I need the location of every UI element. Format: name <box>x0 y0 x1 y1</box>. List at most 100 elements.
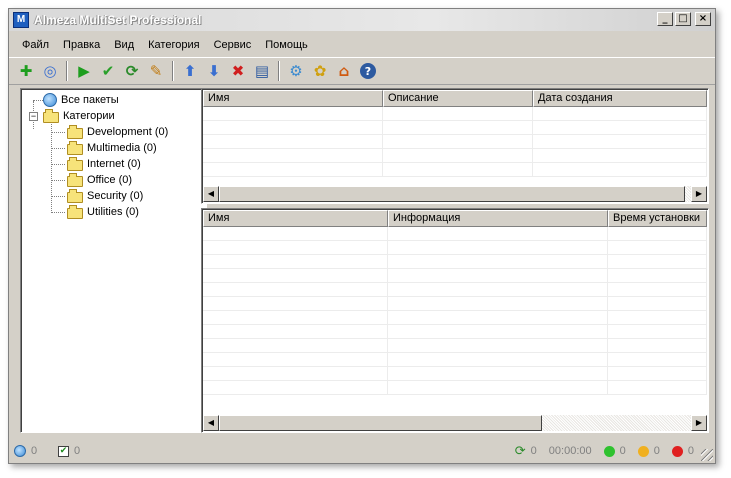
folder-icon <box>67 124 83 139</box>
tree-item-multimedia[interactable]: Multimedia (0) <box>67 140 157 156</box>
minimize-button[interactable]: _ <box>657 12 673 26</box>
horizontal-scrollbar[interactable]: ◀ ▶ <box>203 415 707 431</box>
table-row <box>203 241 707 255</box>
title-bar[interactable]: M Almeza MultiSet Professional _ □ × <box>9 9 715 31</box>
resize-grip-icon[interactable] <box>701 449 713 461</box>
packages-table[interactable]: Имя Описание Дата создания ◀ ▶ <box>201 88 709 204</box>
network-icon[interactable]: ⚙ <box>285 60 307 82</box>
tree-item-utilities[interactable]: Utilities (0) <box>67 204 139 220</box>
play-icon[interactable]: ▶ <box>73 60 95 82</box>
help-icon[interactable]: ? <box>360 63 376 79</box>
menu-view[interactable]: Вид <box>107 37 141 53</box>
close-button[interactable]: × <box>695 12 711 26</box>
scroll-left-icon[interactable]: ◀ <box>203 186 219 202</box>
check-icon[interactable]: ✔ <box>97 60 119 82</box>
table-cell <box>203 311 388 324</box>
arrow-down-icon[interactable]: ⬇ <box>203 60 225 82</box>
status-running: ⟳ 0 <box>510 441 542 461</box>
table-row <box>203 163 707 177</box>
status-checked-count: 0 <box>74 445 81 457</box>
folder-icon <box>67 188 83 203</box>
folder-icon <box>67 204 83 219</box>
category-tree[interactable]: Все пакеты − Категории Development (0) M… <box>20 88 207 433</box>
tree-item-all-packages[interactable]: Все пакеты <box>43 92 119 108</box>
tree-item-label: Multimedia (0) <box>87 142 157 154</box>
column-header-description[interactable]: Описание <box>383 90 533 107</box>
tree-line <box>51 148 65 149</box>
toolbar-separator <box>66 61 68 81</box>
column-header-install-time[interactable]: Время установки <box>608 210 707 227</box>
menu-help[interactable]: Помощь <box>258 37 315 53</box>
settings-icon[interactable]: ✿ <box>309 60 331 82</box>
scroll-right-icon[interactable]: ▶ <box>691 186 707 202</box>
installations-table[interactable]: Имя Информация Время установки ◀ ▶ <box>201 208 709 433</box>
delete-icon[interactable]: ✖ <box>227 60 249 82</box>
add-icon[interactable]: ✚ <box>15 60 37 82</box>
tree-item-internet[interactable]: Internet (0) <box>67 156 141 172</box>
column-header-information[interactable]: Информация <box>388 210 608 227</box>
horizontal-scrollbar[interactable]: ◀ ▶ <box>203 186 707 202</box>
status-checked: ✔ 0 <box>53 441 95 461</box>
folder-open-icon <box>43 108 59 123</box>
table-cell <box>203 107 383 120</box>
tree-item-categories[interactable]: Категории <box>43 108 115 124</box>
table-cell <box>388 269 608 282</box>
disc-icon[interactable]: ◎ <box>39 60 61 82</box>
status-yellow-count: 0 <box>653 445 660 457</box>
tree-item-security[interactable]: Security (0) <box>67 188 143 204</box>
table-cell <box>203 297 388 310</box>
tree-item-office[interactable]: Office (0) <box>67 172 132 188</box>
table-cell <box>203 325 388 338</box>
scroll-track[interactable] <box>219 186 691 202</box>
folder-icon <box>67 172 83 187</box>
tree-line <box>51 212 65 213</box>
menu-service[interactable]: Сервис <box>207 37 259 53</box>
tree-item-development[interactable]: Development (0) <box>67 124 168 140</box>
scroll-left-icon[interactable]: ◀ <box>203 415 219 431</box>
scroll-track[interactable] <box>219 415 691 431</box>
scroll-thumb[interactable] <box>219 186 685 202</box>
table-row <box>203 149 707 163</box>
table-cell <box>388 297 608 310</box>
table-body <box>203 227 707 395</box>
arrow-up-icon[interactable]: ⬆ <box>179 60 201 82</box>
table-row <box>203 283 707 297</box>
table-cell <box>388 325 608 338</box>
home-icon[interactable]: ⌂ <box>333 60 355 82</box>
table-row <box>203 297 707 311</box>
table-cell <box>203 353 388 366</box>
menu-category[interactable]: Категория <box>141 37 206 53</box>
table-cell <box>608 325 707 338</box>
properties-icon[interactable]: ▤ <box>251 60 273 82</box>
table-cell <box>203 255 388 268</box>
tree-item-label: Security (0) <box>87 190 144 202</box>
refresh-icon[interactable]: ⟳ <box>121 60 143 82</box>
status-red-count: 0 <box>687 445 694 457</box>
menu-file[interactable]: Файл <box>15 37 56 53</box>
tree-line <box>33 100 43 101</box>
brush-icon[interactable]: ✎ <box>145 60 167 82</box>
table-cell <box>608 227 707 240</box>
scroll-thumb[interactable] <box>219 415 542 431</box>
table-cell <box>533 149 707 162</box>
scroll-right-icon[interactable]: ▶ <box>691 415 707 431</box>
tree-line <box>51 132 65 133</box>
table-row <box>203 339 707 353</box>
app-window: M Almeza MultiSet Professional _ □ × Фай… <box>8 8 716 464</box>
table-cell <box>203 135 383 148</box>
table-cell <box>383 163 533 176</box>
column-header-created[interactable]: Дата создания <box>533 90 707 107</box>
menu-edit[interactable]: Правка <box>56 37 107 53</box>
tree-item-label: Все пакеты <box>61 94 119 106</box>
table-cell <box>388 353 608 366</box>
table-cell <box>203 367 388 380</box>
maximize-button[interactable]: □ <box>675 12 691 26</box>
yellow-status-icon <box>637 445 649 457</box>
table-row <box>203 311 707 325</box>
column-header-name[interactable]: Имя <box>203 210 388 227</box>
red-status-icon <box>671 445 683 457</box>
table-row <box>203 227 707 241</box>
collapse-icon[interactable]: − <box>29 112 38 121</box>
column-header-name[interactable]: Имя <box>203 90 383 107</box>
status-packages: 0 <box>9 441 51 461</box>
